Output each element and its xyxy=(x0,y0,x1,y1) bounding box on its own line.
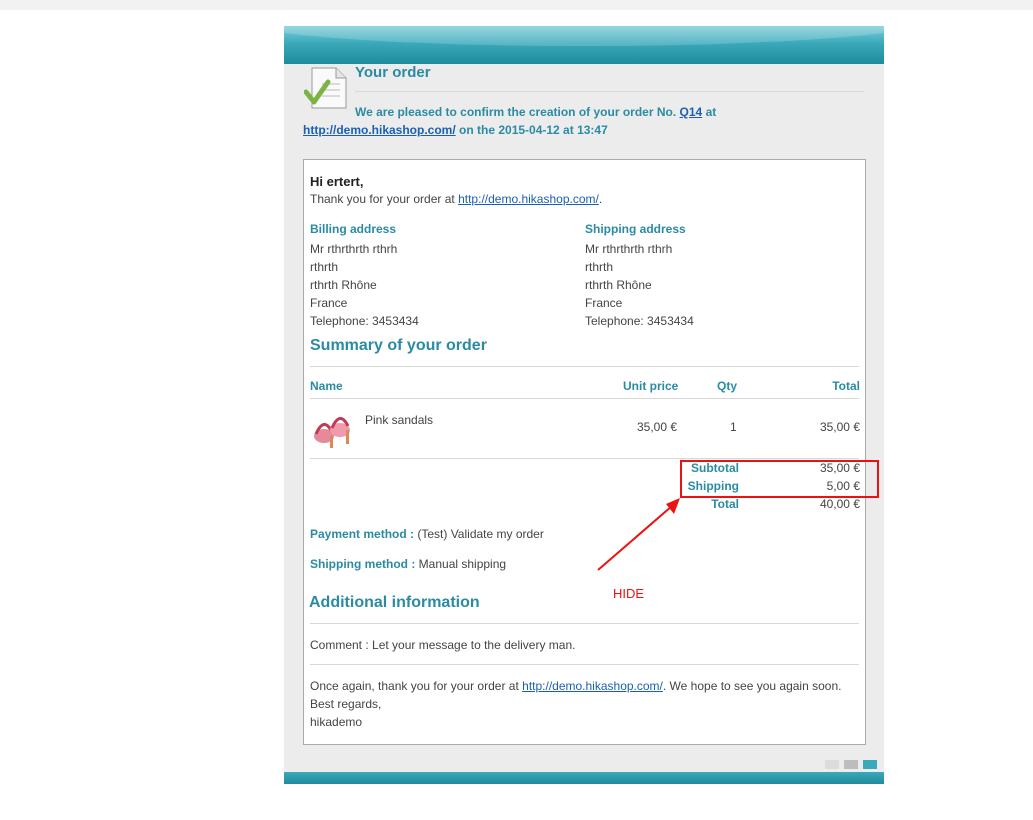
additional-title: Additional information xyxy=(309,594,480,611)
thanks-prefix: Thank you for your order at xyxy=(310,192,455,206)
shipping-method-label: Shipping method : xyxy=(310,557,416,571)
pink-sandals-image[interactable] xyxy=(310,406,354,450)
product-name: Pink sandals xyxy=(365,413,434,427)
product-qty: 1 xyxy=(730,420,737,434)
total-value: 40,00 € xyxy=(819,497,860,511)
order-number-link[interactable]: Q14 xyxy=(680,105,703,119)
signature: hikademo xyxy=(310,715,363,729)
confirm-at: at xyxy=(705,105,717,119)
order-date: on the 2015-04-12 at 13:47 xyxy=(459,123,608,137)
col-name: Name xyxy=(310,379,343,393)
billing-line: rthrth xyxy=(310,260,339,274)
shipping-method: Shipping method : Manual shipping xyxy=(310,557,506,571)
confirm-text: We are pleased to confirm the creation o… xyxy=(355,105,716,119)
site-link[interactable]: http://demo.hikashop.com/ xyxy=(303,123,456,137)
shipping-method-value: Manual shipping xyxy=(418,557,507,571)
billing-line: Mr rthrthrth rthrh xyxy=(310,242,398,256)
closing-prefix: Once again, thank you for your order at xyxy=(310,679,519,693)
closing-text: Once again, thank you for your order at … xyxy=(310,679,841,693)
payment-method: Payment method : (Test) Validate my orde… xyxy=(310,527,544,541)
total-label: Total xyxy=(711,497,739,511)
shipping-line: Mr rthrthrth rthrh xyxy=(585,242,673,256)
thanks-link[interactable]: http://demo.hikashop.com/ xyxy=(458,192,599,206)
shipping-address: Mr rthrthrth rthrh rthrth rthrth Rhône F… xyxy=(585,240,694,330)
col-unit-price: Unit price xyxy=(623,379,679,393)
slide-dot-1[interactable] xyxy=(825,760,839,769)
summary-divider xyxy=(310,366,859,367)
comment: Comment : Let your message to the delive… xyxy=(310,638,576,652)
email-container: Your order We are pleased to confirm the… xyxy=(284,26,884,784)
order-card: Hi ertert, Thank you for your order at h… xyxy=(303,159,866,745)
annotation-arrow-icon xyxy=(597,498,680,571)
product-total: 35,00 € xyxy=(819,420,860,434)
page-title: Your order xyxy=(355,64,431,81)
shipping-label: Shipping address xyxy=(585,222,686,236)
order-document-icon xyxy=(304,67,347,109)
shipping-line: France xyxy=(585,296,623,310)
confirm-prefix: We are pleased to confirm the creation o… xyxy=(355,105,677,119)
col-qty: Qty xyxy=(717,379,738,393)
thanks-text: Thank you for your order at http://demo.… xyxy=(310,192,602,206)
billing-line: Telephone: 3453434 xyxy=(310,314,419,328)
annotation-hide-label: HIDE xyxy=(613,586,645,601)
shipping-line: rthrth xyxy=(585,260,614,274)
thanks-suffix: . xyxy=(598,192,603,206)
items-divider xyxy=(310,458,859,459)
billing-line: rthrth Rhône xyxy=(310,278,377,292)
title-divider xyxy=(355,91,864,92)
greeting: Hi ertert, xyxy=(310,174,364,189)
slide-dot-3[interactable] xyxy=(863,760,877,769)
summary-title: Summary of your order xyxy=(310,337,487,354)
confirm-line-2: http://demo.hikashop.com/ on the 2015-04… xyxy=(303,123,608,137)
payment-method-label: Payment method : xyxy=(310,527,415,541)
header-band xyxy=(284,26,884,64)
col-total: Total xyxy=(832,379,860,393)
closing-suffix: . We hope to see you again soon. xyxy=(662,679,842,693)
billing-label: Billing address xyxy=(310,222,397,236)
payment-method-value: (Test) Validate my order xyxy=(417,527,544,541)
comment-divider xyxy=(310,664,859,665)
billing-address: Mr rthrthrth rthrh rthrth rthrth Rhône F… xyxy=(310,240,419,330)
billing-line: France xyxy=(310,296,348,310)
annotation-highlight-box xyxy=(680,460,879,498)
header-divider xyxy=(310,398,859,399)
product-unit-price: 35,00 € xyxy=(637,420,678,434)
additional-divider xyxy=(310,623,859,624)
shipping-line: Telephone: 3453434 xyxy=(585,314,694,328)
closing-link[interactable]: http://demo.hikashop.com/ xyxy=(522,679,663,693)
shipping-line: rthrth Rhône xyxy=(585,278,652,292)
footer-band xyxy=(284,772,884,784)
best-regards: Best regards, xyxy=(310,697,382,711)
top-strip xyxy=(0,0,1033,10)
slide-dot-2[interactable] xyxy=(844,760,858,769)
